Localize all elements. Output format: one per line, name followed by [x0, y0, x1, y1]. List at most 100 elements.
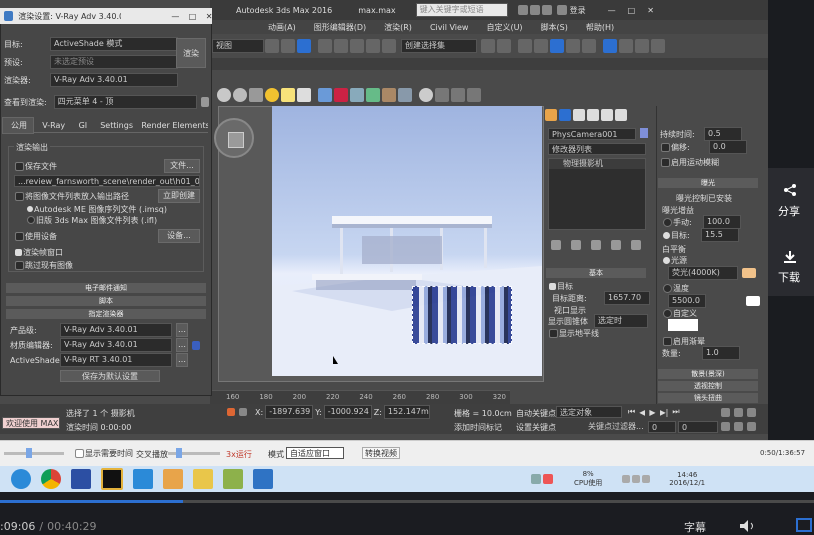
convert-video-button[interactable]: 转换视频: [362, 447, 400, 459]
plane-icon[interactable]: [350, 88, 364, 102]
render-setup-maximize[interactable]: □: [189, 12, 196, 21]
goto-end-icon[interactable]: ⏭: [672, 407, 679, 417]
folder-icon[interactable]: [193, 469, 213, 489]
render-target-dropdown[interactable]: ActiveShade 模式: [50, 37, 178, 51]
percent-snap-icon[interactable]: [350, 39, 364, 53]
share-icon[interactable]: [783, 184, 797, 196]
legacy-seq-radio[interactable]: [27, 216, 35, 224]
menu-customize[interactable]: 自定义(U): [486, 22, 522, 33]
viewcube[interactable]: [214, 118, 254, 158]
close-button[interactable]: ✕: [647, 6, 654, 15]
z-coordinate[interactable]: 152.147m: [383, 405, 430, 419]
tab-settings[interactable]: Settings: [94, 119, 135, 132]
frame-total-input[interactable]: 0: [678, 421, 718, 433]
x-coordinate[interactable]: -1897.639: [265, 405, 314, 419]
mode-dropdown[interactable]: 自适应窗口: [286, 447, 344, 459]
view-dropdown[interactable]: 视图: [212, 39, 264, 53]
vray-tools-icon[interactable]: [467, 88, 481, 102]
scripts-rollout-header[interactable]: 脚本: [6, 296, 206, 306]
target-ev-radio[interactable]: [663, 231, 670, 239]
manual-radio[interactable]: [663, 217, 672, 227]
maximize-viewport-icon[interactable]: [747, 421, 756, 431]
lock-material-icon[interactable]: [192, 340, 200, 350]
rendered-frame-checkbox[interactable]: [15, 248, 22, 256]
pan-icon[interactable]: [721, 421, 730, 431]
download-button[interactable]: 下载: [778, 269, 800, 285]
duration-input[interactable]: 0.5: [704, 127, 742, 141]
menu-animation[interactable]: 动画(A): [268, 22, 296, 33]
sun-icon[interactable]: [265, 88, 279, 102]
modifier-list-dropdown[interactable]: 修改器列表: [548, 143, 646, 155]
motion-blur-checkbox[interactable]: [661, 157, 670, 167]
activeshade-choose-button[interactable]: …: [176, 353, 188, 367]
ribbon-icon[interactable]: [534, 39, 548, 53]
binoculars-icon[interactable]: [517, 5, 528, 15]
tab-vray[interactable]: V-Ray: [34, 119, 70, 132]
render-frame-icon[interactable]: [619, 39, 633, 53]
configure-sets-icon[interactable]: [631, 240, 641, 250]
fullscreen-icon[interactable]: [796, 518, 812, 532]
ball-icon[interactable]: [419, 88, 433, 102]
temperature-input[interactable]: 5500.0: [668, 294, 706, 308]
login-link[interactable]: 登录: [570, 5, 586, 16]
menu-help[interactable]: 帮助(H): [586, 22, 614, 33]
play-speed-knob[interactable]: [176, 448, 182, 458]
video-progress-track[interactable]: [0, 500, 814, 503]
assign-renderer-rollout-header[interactable]: 指定渲染器: [6, 309, 206, 319]
play-speed-track[interactable]: [168, 448, 220, 458]
align-icon[interactable]: [497, 39, 511, 53]
email-rollout-header[interactable]: 电子邮件通知: [6, 283, 206, 293]
search-input[interactable]: 键入关键字或短语: [415, 3, 508, 17]
scatter-icon[interactable]: [382, 88, 396, 102]
lock-view-icon[interactable]: [201, 97, 209, 107]
utilities-tab-icon[interactable]: [615, 109, 627, 121]
material-editor-field[interactable]: V-Ray Adv 3.40.01: [60, 338, 172, 352]
create-tab-icon[interactable]: [545, 109, 557, 121]
mesh-export-icon[interactable]: [366, 88, 380, 102]
fur-icon[interactable]: [334, 88, 348, 102]
sequence-checkbox[interactable]: [15, 191, 24, 201]
autodesk-seq-radio[interactable]: [27, 206, 33, 212]
create-now-button[interactable]: 立即创建: [158, 189, 200, 203]
ime-tray-icon[interactable]: [642, 475, 651, 483]
save-file-checkbox[interactable]: [15, 161, 24, 171]
play-icon[interactable]: ▶: [649, 408, 655, 417]
player-volume-track[interactable]: [4, 448, 64, 458]
render-setup-close[interactable]: ✕: [206, 12, 212, 21]
zoom-icon[interactable]: [721, 407, 730, 417]
key-filters-button[interactable]: 关键点过滤器...: [588, 421, 644, 432]
selection-set-dropdown[interactable]: 创建选择集: [401, 39, 477, 53]
illuminant-dropdown[interactable]: 荧光(4000K): [668, 266, 738, 280]
render-viewport[interactable]: [272, 106, 542, 376]
menu-civil-view[interactable]: Civil View: [430, 23, 469, 32]
make-unique-icon[interactable]: [591, 240, 601, 250]
proxy-icon[interactable]: [318, 88, 332, 102]
rotate-icon[interactable]: [281, 39, 295, 53]
show-end-result-icon[interactable]: [571, 240, 581, 250]
pin-stack-icon[interactable]: [551, 240, 561, 250]
custom-radio[interactable]: [663, 308, 672, 318]
illuminant-swatch[interactable]: [742, 268, 756, 278]
mirror-icon[interactable]: [481, 39, 495, 53]
temperature-swatch[interactable]: [746, 296, 760, 306]
goto-start-icon[interactable]: ⏮: [628, 407, 635, 417]
stack-item[interactable]: 物理摄影机: [549, 159, 645, 169]
move-icon[interactable]: [265, 39, 279, 53]
menu-graph-editors[interactable]: 图形编辑器(D): [314, 22, 366, 33]
render-button[interactable]: 渲染: [176, 38, 206, 68]
show-time-checkbox[interactable]: [75, 448, 84, 458]
hierarchy-tab-icon[interactable]: [573, 109, 585, 121]
render-region-icon[interactable]: [435, 88, 449, 102]
tab-common[interactable]: 公用: [2, 117, 35, 134]
object-color-swatch[interactable]: [640, 128, 648, 138]
download-icon[interactable]: [783, 250, 797, 264]
vignette-amount-input[interactable]: 1.0: [702, 346, 740, 360]
menu-rendering[interactable]: 渲染(R): [384, 22, 412, 33]
render-region-noise[interactable]: [412, 286, 512, 344]
vfb-icon[interactable]: [398, 88, 412, 102]
volume-icon[interactable]: [740, 520, 758, 532]
remove-modifier-icon[interactable]: [611, 240, 621, 250]
set-key-label[interactable]: 设置关键点: [516, 422, 556, 433]
tab-gi[interactable]: GI: [71, 119, 95, 132]
vignette-checkbox[interactable]: [663, 336, 672, 346]
